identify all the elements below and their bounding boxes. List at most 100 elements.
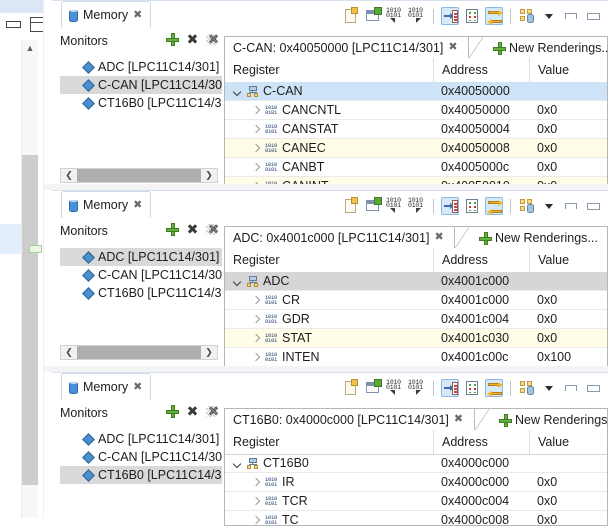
next-memory-block[interactable]: 1010 0101: [386, 7, 404, 25]
chevron-right-icon[interactable]: [251, 315, 260, 324]
chevron-right-icon[interactable]: [251, 125, 260, 134]
previous-memory-block[interactable]: 1010 0101: [408, 197, 426, 215]
view-minimize[interactable]: [562, 7, 580, 25]
column-header-register[interactable]: Register: [225, 430, 433, 454]
next-memory-block[interactable]: 1010 0101: [386, 197, 404, 215]
chevron-right-icon[interactable]: [251, 353, 260, 362]
close-icon[interactable]: ✖: [133, 9, 142, 21]
restore-window-icon[interactable]: [6, 21, 21, 28]
new-renderings-tab[interactable]: New Renderings...: [491, 409, 608, 430]
view-maximize[interactable]: [584, 379, 602, 397]
chevron-right-icon[interactable]: [251, 334, 260, 343]
table-row[interactable]: 1010 0101 CANCNTL 0x40050000 0x0: [225, 101, 607, 120]
scrollbar-thumb[interactable]: [77, 346, 201, 359]
view-minimize[interactable]: [562, 197, 580, 215]
new-renderings-tab[interactable]: New Renderings...: [485, 37, 608, 58]
table-row[interactable]: 1010 0101 CR 0x4001c000 0x0: [225, 291, 607, 310]
column-header-register[interactable]: Register: [225, 248, 433, 272]
close-icon[interactable]: ✖: [133, 199, 142, 211]
panel-splitter[interactable]: [44, 366, 608, 372]
monitor-item[interactable]: CT16B0 [LPC11C14/3(: [60, 284, 222, 302]
remove-all-monitors-icon[interactable]: ✖: [206, 404, 221, 418]
link-memory-rendering-panes[interactable]: [441, 197, 459, 215]
monitor-item[interactable]: ADC [LPC11C14/301]: [60, 430, 222, 448]
table-row[interactable]: ADC 0x4001c000: [225, 272, 607, 291]
link-memory-rendering-panes[interactable]: [441, 7, 459, 25]
table-row[interactable]: 1010 0101 CANSTAT 0x40050004 0x0: [225, 120, 607, 139]
table-row[interactable]: 1010 0101 CANBT 0x4005000c 0x0: [225, 158, 607, 177]
tab-memory[interactable]: Memory ✖: [61, 191, 152, 218]
previous-memory-block[interactable]: 1010 0101: [408, 7, 426, 25]
rendering-tab-selected[interactable]: ADC: 0x4001c000 [LPC11C14/301] ✖: [225, 227, 455, 248]
monitors-horizontal-scrollbar[interactable]: ❮ ❯: [60, 345, 218, 360]
monitor-item[interactable]: CT16B0 [LPC11C14/3(: [60, 94, 222, 112]
new-renderings-tab[interactable]: New Renderings...: [471, 227, 606, 248]
new-memory-rendering[interactable]: [342, 197, 360, 215]
scroll-right-arrow-icon[interactable]: ❯: [201, 347, 217, 358]
remove-monitor-icon[interactable]: ✖: [186, 222, 199, 236]
table-row[interactable]: 1010 0101 INTEN 0x4001c00c 0x100: [225, 348, 607, 367]
toggle-memory-monitors-pane[interactable]: [485, 379, 503, 397]
monitors-horizontal-scrollbar[interactable]: ❮ ❯: [60, 168, 218, 183]
monitor-item[interactable]: ADC [LPC11C14/301]: [60, 248, 222, 266]
new-memory-rendering[interactable]: [342, 379, 360, 397]
add-monitor-icon[interactable]: [166, 405, 179, 418]
column-header-value[interactable]: Value: [529, 430, 589, 454]
close-icon[interactable]: ✖: [133, 381, 142, 393]
table-row[interactable]: 1010 0101 TCR 0x4000c004 0x0: [225, 492, 607, 511]
monitor-item[interactable]: C-CAN [LPC11C14/30: [60, 448, 222, 466]
chevron-right-icon[interactable]: [251, 497, 260, 506]
monitor-item[interactable]: C-CAN [LPC11C14/30: [60, 76, 222, 94]
column-header-value[interactable]: Value: [529, 248, 589, 272]
scroll-right-arrow-icon[interactable]: ❯: [201, 170, 217, 181]
next-memory-block[interactable]: 1010 0101: [386, 379, 404, 397]
table-row[interactable]: 1010 0101 IR 0x4000c000 0x0: [225, 473, 607, 492]
tab-memory[interactable]: Memory ✖: [61, 1, 152, 28]
table-row[interactable]: CT16B0 0x4000c000: [225, 454, 607, 473]
toggle-memory-monitors-pane[interactable]: [485, 7, 503, 25]
table-row[interactable]: 1010 0101 STAT 0x4001c030 0x0: [225, 329, 607, 348]
workbench-vertical-scrollbar[interactable]: ▲: [21, 40, 38, 518]
monitor-item[interactable]: C-CAN [LPC11C14/30: [60, 266, 222, 284]
monitor-item[interactable]: ADC [LPC11C14/301]: [60, 58, 222, 76]
table-row[interactable]: 1010 0101 CANEC 0x40050008 0x0: [225, 139, 607, 158]
remove-all-monitors-icon[interactable]: ✖: [206, 32, 221, 46]
view-menu-caret[interactable]: [540, 7, 558, 25]
previous-memory-block[interactable]: 1010 0101: [408, 379, 426, 397]
view-menu[interactable]: [518, 197, 536, 215]
close-icon[interactable]: ✖: [454, 414, 463, 425]
scrollbar-thumb[interactable]: [22, 155, 38, 485]
new-memory-monitor[interactable]: [364, 379, 382, 397]
remove-all-monitors-icon[interactable]: ✖: [206, 222, 221, 236]
table-row[interactable]: 1010 0101 TC 0x4000c008 0x0: [225, 511, 607, 527]
column-header-address[interactable]: Address: [433, 430, 529, 454]
scroll-left-arrow-icon[interactable]: ❮: [61, 347, 77, 358]
toggle-split-pane[interactable]: [463, 197, 481, 215]
chevron-down-icon[interactable]: [233, 277, 242, 286]
view-maximize[interactable]: [584, 7, 602, 25]
add-monitor-icon[interactable]: [166, 223, 179, 236]
monitor-item[interactable]: CT16B0 [LPC11C14/3(: [60, 466, 222, 484]
toggle-split-pane[interactable]: [463, 379, 481, 397]
chevron-right-icon[interactable]: [251, 144, 260, 153]
panel-splitter[interactable]: [44, 184, 608, 190]
add-monitor-icon[interactable]: [166, 33, 179, 46]
chevron-right-icon[interactable]: [251, 516, 260, 525]
view-menu-caret[interactable]: [540, 197, 558, 215]
chevron-down-icon[interactable]: [233, 87, 242, 96]
view-menu-caret[interactable]: [540, 379, 558, 397]
close-icon[interactable]: ✖: [434, 232, 443, 243]
scrollbar-thumb[interactable]: [77, 169, 201, 182]
view-menu[interactable]: [518, 379, 536, 397]
chevron-right-icon[interactable]: [251, 478, 260, 487]
scroll-left-arrow-icon[interactable]: ❮: [61, 170, 77, 181]
chevron-right-icon[interactable]: [251, 296, 260, 305]
chevron-right-icon[interactable]: [251, 163, 260, 172]
toggle-memory-monitors-pane[interactable]: [485, 197, 503, 215]
chevron-right-icon[interactable]: [251, 106, 260, 115]
rendering-tab-selected[interactable]: CT16B0: 0x4000c000 [LPC11C14/301] ✖: [225, 409, 475, 430]
remove-monitor-icon[interactable]: ✖: [186, 404, 199, 418]
view-maximize[interactable]: [584, 197, 602, 215]
view-menu[interactable]: [518, 7, 536, 25]
table-row[interactable]: 1010 0101 GDR 0x4001c004 0x0: [225, 310, 607, 329]
